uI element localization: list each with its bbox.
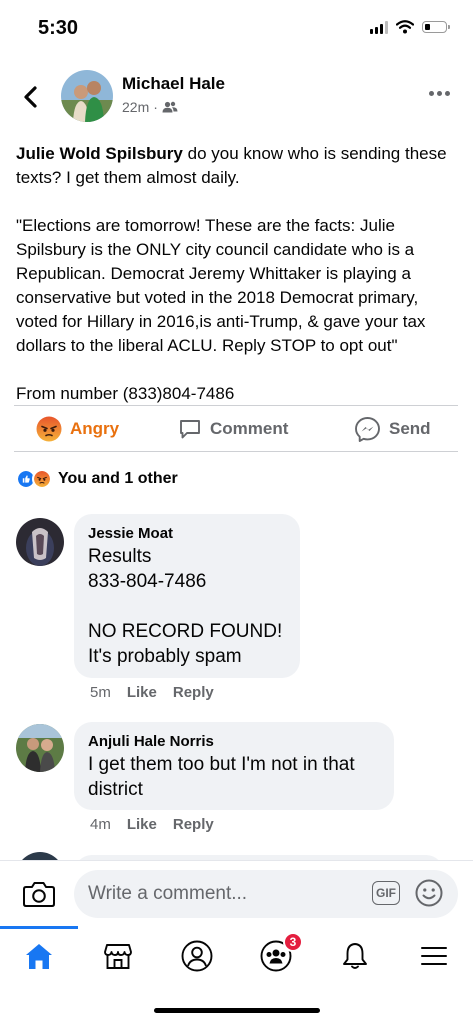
- angry-emoji-icon: [36, 416, 62, 442]
- angry-reaction-icon: [32, 469, 52, 489]
- post-action-bar: Angry Comment Send: [0, 407, 473, 451]
- comment-placeholder: Write a comment...: [88, 883, 248, 904]
- post-body: Julie Wold Spilsbury do you know who is …: [16, 142, 456, 406]
- reactions-summary[interactable]: You and 1 other: [16, 468, 178, 490]
- comment-button[interactable]: Comment: [178, 407, 288, 451]
- back-arrow-icon[interactable]: [18, 82, 44, 112]
- comment-label: Comment: [210, 419, 289, 438]
- commenter-name[interactable]: Anjuli Hale Norris: [88, 732, 378, 752]
- camera-icon[interactable]: [22, 879, 56, 909]
- tab-home[interactable]: [0, 926, 78, 986]
- profile-icon: [181, 940, 213, 972]
- comment-composer: Write a comment... GIF: [0, 860, 473, 927]
- send-button[interactable]: Send: [354, 407, 431, 451]
- home-indicator: [154, 1008, 320, 1013]
- signal-icon: [370, 20, 388, 34]
- bell-icon: [343, 943, 367, 969]
- comment-time: 5m: [90, 684, 111, 701]
- tab-marketplace[interactable]: [79, 926, 157, 986]
- comment-like-button[interactable]: Like: [127, 816, 157, 833]
- post-header: Michael Hale 22m ·: [0, 66, 473, 128]
- menu-icon: [421, 947, 447, 965]
- commenter-name[interactable]: Jessie Moat: [88, 524, 284, 544]
- gif-button[interactable]: GIF: [372, 881, 400, 905]
- post-intro: Julie Wold Spilsbury do you know who is …: [16, 142, 456, 190]
- friends-privacy-icon: [162, 101, 178, 113]
- post-author-name[interactable]: Michael Hale: [122, 74, 225, 94]
- comment-actions: 4m Like Reply: [90, 816, 214, 833]
- comment-text: I get them too but I'm not in that distr…: [88, 754, 355, 800]
- comment-reply-button[interactable]: Reply: [173, 684, 214, 701]
- status-icons: [370, 20, 450, 34]
- post-meta: 22m ·: [122, 99, 178, 115]
- tab-notifications[interactable]: [316, 926, 394, 986]
- comment-text: Results 833-804-7486 NO RECORD FOUND! It…: [88, 546, 283, 667]
- post-time: 22m: [122, 99, 150, 115]
- tab-groups[interactable]: 3: [237, 926, 315, 986]
- battery-icon: [422, 21, 450, 33]
- status-bar: 5:30: [0, 0, 473, 56]
- status-time: 5:30: [38, 17, 79, 39]
- tab-profile[interactable]: [158, 926, 236, 986]
- home-icon: [26, 944, 52, 969]
- angry-reaction-button[interactable]: Angry: [36, 407, 119, 451]
- angry-label: Angry: [70, 419, 120, 438]
- marketplace-icon: [104, 944, 132, 969]
- bottom-tab-bar: 3: [0, 926, 473, 986]
- groups-notification-badge: 3: [283, 932, 303, 952]
- comment-input[interactable]: Write a comment... GIF: [74, 870, 458, 918]
- divider: [14, 405, 458, 406]
- comment-actions: 5m Like Reply: [90, 684, 214, 701]
- tab-menu[interactable]: [395, 926, 473, 986]
- author-avatar[interactable]: [61, 70, 113, 122]
- comment-icon: [180, 420, 200, 439]
- comment-time: 4m: [90, 816, 111, 833]
- divider: [14, 451, 458, 452]
- commenter-avatar[interactable]: [16, 724, 64, 772]
- comment-bubble[interactable]: Anjuli Hale Norris I get them too but I'…: [74, 722, 394, 810]
- messenger-icon: [355, 416, 380, 442]
- post-from-number: From number (833)804-7486: [16, 384, 235, 403]
- comment-like-button[interactable]: Like: [127, 684, 157, 701]
- commenter-avatar[interactable]: [16, 518, 64, 566]
- reactions-label: You and 1 other: [58, 470, 178, 487]
- emoji-icon[interactable]: [414, 878, 444, 908]
- comment-reply-button[interactable]: Reply: [173, 816, 214, 833]
- wifi-icon: [396, 20, 414, 34]
- comment-bubble[interactable]: Jessie Moat Results 833-804-7486 NO RECO…: [74, 514, 300, 678]
- mention-link[interactable]: Julie Wold Spilsbury: [16, 144, 183, 163]
- more-options-icon[interactable]: [429, 86, 453, 100]
- meta-separator: ·: [153, 99, 158, 115]
- send-label: Send: [389, 419, 431, 438]
- post-quote: "Elections are tomorrow! These are the f…: [16, 216, 426, 355]
